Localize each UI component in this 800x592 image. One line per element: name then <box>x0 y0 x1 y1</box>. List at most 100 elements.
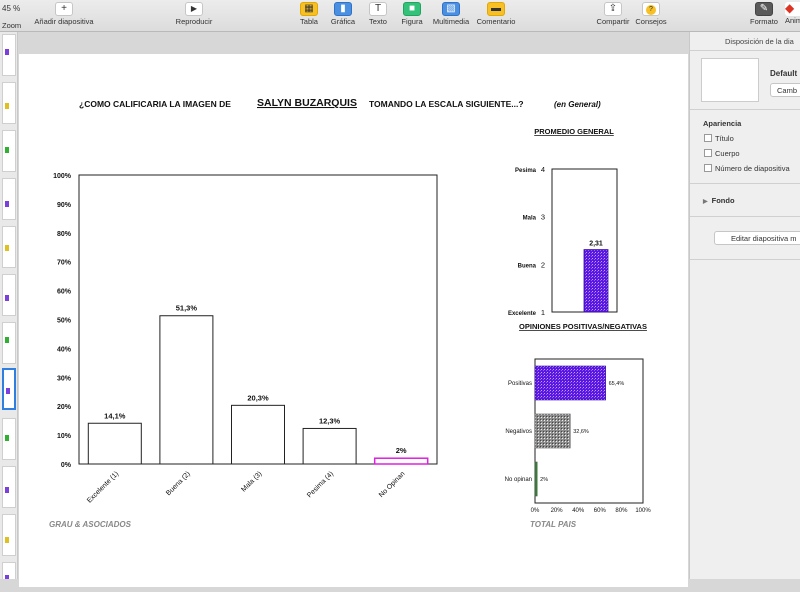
y-tick-label: 60% <box>57 289 72 296</box>
slide[interactable]: ¿COMO CALIFICARIA LA IMAGEN DE SALYN BUZ… <box>19 54 688 587</box>
background-section[interactable]: ▶ Fondo <box>703 196 735 205</box>
y-tick-label: 50% <box>57 318 72 325</box>
slide-thumbnail[interactable] <box>2 82 16 124</box>
promedio-chart: 4 Pesima 3 Mala 2 Buena 1 Excelente 2,31 <box>508 165 618 317</box>
y-tick-label: 3 <box>541 213 545 222</box>
x-tick-label: 20% <box>551 508 564 514</box>
y-tick-label: 70% <box>57 260 72 267</box>
media-button[interactable]: ▧ Multimedia <box>432 2 470 26</box>
data-label: 2% <box>396 446 407 455</box>
slide-canvas: ¿COMO CALIFICARIA LA IMAGEN DE SALYN BUZ… <box>18 32 689 587</box>
slide-thumbnail[interactable] <box>2 562 16 579</box>
play-button[interactable]: ▶ Reproducir <box>172 2 216 26</box>
slide-thumbnail[interactable] <box>2 34 16 76</box>
question-prefix: ¿COMO CALIFICARIA LA IMAGEN DE <box>79 99 231 109</box>
slide-thumbnail[interactable] <box>2 466 16 508</box>
format-button[interactable]: ✎ Formato <box>746 2 782 26</box>
add-slide-button[interactable]: + Añadir diapositiva <box>33 2 95 26</box>
y-tick-label: 20% <box>57 404 72 411</box>
brush-icon: ✎ <box>755 2 773 16</box>
opiniones-chart: 0% 20% 40% 60% 80% 100% 65,4% Positivas 32,6% Neg… <box>505 358 651 514</box>
slide-navigator <box>0 32 18 579</box>
footer-right: TOTAL PAIS <box>530 520 577 529</box>
y-tick-label: 30% <box>57 375 72 382</box>
y-tick-label: 4 <box>541 165 545 174</box>
zoom-label: Zoom <box>2 21 22 30</box>
promedio-title: PROMEDIO GENERAL <box>534 127 614 136</box>
x-tick-label: Excelente (1) <box>86 470 120 504</box>
slide-number-checkbox[interactable] <box>704 164 712 172</box>
table-button[interactable]: ▦ Tabla <box>297 2 321 26</box>
y-tick-label: Negativos <box>505 429 532 435</box>
inspector-header: Disposición de la dia <box>725 37 794 46</box>
person-name: SALYN BUZARQUIS <box>257 97 357 109</box>
appearance-title: Apariencia <box>703 119 742 128</box>
y-tick-label: 40% <box>57 346 72 353</box>
data-label: 14,1% <box>104 411 126 420</box>
bar <box>231 404 285 465</box>
chart-icon: ▮ <box>334 2 352 16</box>
slide-thumbnail[interactable] <box>2 178 16 220</box>
y-tick-label: 0% <box>61 462 72 469</box>
y-tick-label: 80% <box>57 231 72 238</box>
bar <box>534 413 571 449</box>
bar <box>583 249 609 313</box>
bar <box>373 457 429 465</box>
option-slide-number[interactable]: Número de diapositiva <box>704 164 790 173</box>
y-tick-label: 2 <box>541 260 545 269</box>
slide-thumbnail[interactable] <box>2 226 16 268</box>
play-icon: ▶ <box>185 2 203 16</box>
chart-button[interactable]: ▮ Gráfica <box>329 2 357 26</box>
bar <box>534 365 606 401</box>
edit-master-button[interactable]: Editar diapositiva m <box>714 231 800 245</box>
zoom-value: 45 % <box>2 4 21 13</box>
comment-icon: ▬ <box>487 2 505 16</box>
data-label: 65,4% <box>609 381 625 387</box>
text-button[interactable]: T Texto <box>366 2 390 26</box>
scale-name-label: Mala <box>523 216 537 222</box>
x-tick-label: 40% <box>572 508 585 514</box>
comment-button[interactable]: ▬ Comentario <box>475 2 517 26</box>
title-checkbox[interactable] <box>704 134 712 142</box>
main-bar-chart: 0% 10% 20% 30% 40% 50% 60% 70% 80% 90% 100% 14,1% Ex… <box>53 173 438 505</box>
footer-left: GRAU & ASOCIADOS <box>49 520 132 529</box>
x-tick-label: Pesima (4) <box>306 470 335 499</box>
y-tick-label: 90% <box>57 202 72 209</box>
layout-thumbnail[interactable] <box>701 58 759 102</box>
slide-thumbnail[interactable] <box>2 130 16 172</box>
data-label: 32,6% <box>573 429 589 435</box>
text-icon: T <box>369 2 387 16</box>
data-label: 2% <box>540 477 548 483</box>
tips-button[interactable]: ? Consejos <box>634 2 668 26</box>
share-button[interactable]: ⇪ Compartir <box>595 2 631 26</box>
y-tick-label: Positivas <box>508 381 532 387</box>
bar <box>87 422 142 465</box>
change-layout-button[interactable]: Camb <box>770 83 800 97</box>
x-tick-label: No Opinan <box>378 470 407 499</box>
slide-thumbnail-selected[interactable] <box>2 368 16 410</box>
shape-button[interactable]: ■ Figura <box>399 2 425 26</box>
x-tick-label: 80% <box>615 508 628 514</box>
slide-thumbnail[interactable] <box>2 418 16 460</box>
scale-name-label: Pesima <box>515 168 537 174</box>
shape-icon: ■ <box>403 2 421 16</box>
data-label: 12,3% <box>319 416 341 425</box>
animate-button[interactable]: ◆ Anim <box>785 2 800 25</box>
data-label: 20,3% <box>247 393 269 402</box>
body-checkbox[interactable] <box>704 149 712 157</box>
bar <box>534 461 538 497</box>
slide-thumbnail[interactable] <box>2 514 16 556</box>
bar <box>159 315 214 465</box>
option-body[interactable]: Cuerpo <box>704 149 740 158</box>
zoom-control[interactable]: 45 % Zoom <box>0 0 24 32</box>
tips-icon: ? <box>642 2 660 16</box>
toolbar: 45 % Zoom + Añadir diapositiva ▶ Reprodu… <box>0 0 800 32</box>
data-label: 2,31 <box>589 241 603 248</box>
slide-thumbnail[interactable] <box>2 322 16 364</box>
disclosure-triangle-icon: ▶ <box>703 199 708 205</box>
x-tick-label: 100% <box>635 508 651 514</box>
y-tick-label: 10% <box>57 433 72 440</box>
slide-thumbnail[interactable] <box>2 274 16 316</box>
diamond-icon: ◆ <box>785 2 800 16</box>
option-title[interactable]: Título <box>704 134 734 143</box>
